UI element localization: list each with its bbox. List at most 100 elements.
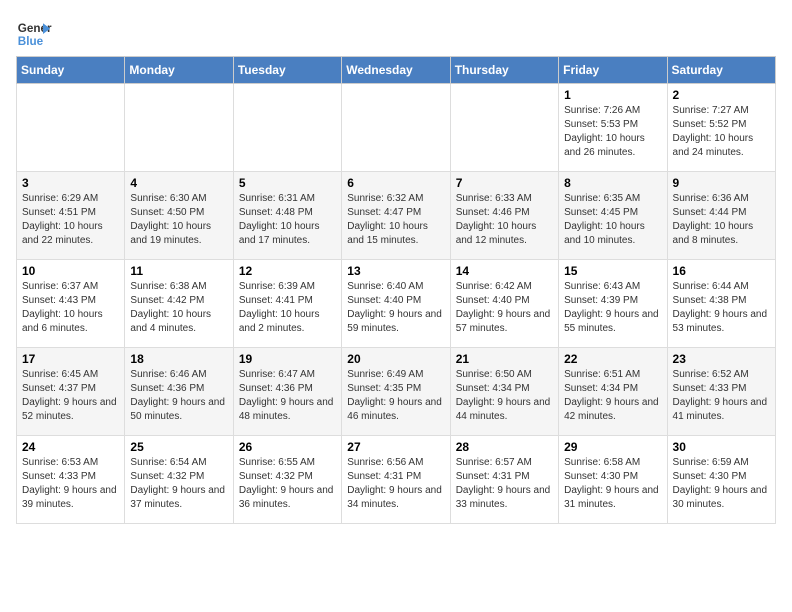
day-detail: Sunrise: 6:55 AMSunset: 4:32 PMDaylight:… — [239, 456, 336, 512]
week-row-1: 1 Sunrise: 7:26 AMSunset: 5:53 PMDaylight… — [17, 84, 776, 172]
day-cell: 19Sunrise: 6:47 AMSunset: 4:36 PMDayligh… — [233, 348, 341, 436]
week-row-4: 17Sunrise: 6:45 AMSunset: 4:37 PMDayligh… — [17, 348, 776, 436]
week-row-3: 10Sunrise: 6:37 AMSunset: 4:43 PMDayligh… — [17, 260, 776, 348]
day-detail: Sunrise: 6:57 AMSunset: 4:31 PMDaylight:… — [456, 456, 553, 512]
day-cell: 7 Sunrise: 6:33 AMSunset: 4:46 PMDaylight… — [450, 172, 558, 260]
day-cell: 14 Sunrise: 6:42 AMSunset: 4:40 PMDayligh… — [450, 260, 558, 348]
logo-icon: General Blue — [16, 16, 52, 52]
day-number: 4 — [130, 176, 227, 190]
day-detail: Sunrise: 6:37 AMSunset: 4:43 PMDaylight:… — [22, 280, 119, 336]
day-number: 22 — [564, 352, 661, 366]
logo: General Blue — [16, 16, 52, 52]
day-number: 24 — [22, 440, 119, 454]
header-day-thursday: Thursday — [450, 57, 558, 84]
day-detail: Sunrise: 6:30 AMSunset: 4:50 PMDaylight:… — [130, 192, 227, 248]
day-cell: 4 Sunrise: 6:30 AMSunset: 4:50 PMDaylight… — [125, 172, 233, 260]
day-detail: Sunrise: 6:33 AMSunset: 4:46 PMDaylight:… — [456, 192, 553, 248]
day-detail: Sunrise: 6:40 AMSunset: 4:40 PMDaylight:… — [347, 280, 444, 336]
day-detail: Sunrise: 7:27 AMSunset: 5:52 PMDaylight:… — [673, 104, 770, 160]
day-cell: 6 Sunrise: 6:32 AMSunset: 4:47 PMDaylight… — [342, 172, 450, 260]
day-detail: Sunrise: 6:31 AMSunset: 4:48 PMDaylight:… — [239, 192, 336, 248]
day-number: 12 — [239, 264, 336, 278]
day-cell: 11 Sunrise: 6:38 AMSunset: 4:42 PMDayligh… — [125, 260, 233, 348]
header-day-wednesday: Wednesday — [342, 57, 450, 84]
day-detail: Sunrise: 6:56 AMSunset: 4:31 PMDaylight:… — [347, 456, 444, 512]
day-detail: Sunrise: 6:58 AMSunset: 4:30 PMDaylight:… — [564, 456, 661, 512]
day-detail: Sunrise: 6:39 AMSunset: 4:41 PMDaylight:… — [239, 280, 336, 336]
day-detail: Sunrise: 6:49 AMSunset: 4:35 PMDaylight:… — [347, 368, 444, 424]
day-number: 11 — [130, 264, 227, 278]
day-number: 25 — [130, 440, 227, 454]
day-detail: Sunrise: 6:32 AMSunset: 4:47 PMDaylight:… — [347, 192, 444, 248]
header-day-friday: Friday — [559, 57, 667, 84]
day-cell: 1 Sunrise: 7:26 AMSunset: 5:53 PMDaylight… — [559, 84, 667, 172]
header-row: SundayMondayTuesdayWednesdayThursdayFrid… — [17, 57, 776, 84]
day-number: 29 — [564, 440, 661, 454]
day-detail: Sunrise: 6:43 AMSunset: 4:39 PMDaylight:… — [564, 280, 661, 336]
day-number: 26 — [239, 440, 336, 454]
day-detail: Sunrise: 6:38 AMSunset: 4:42 PMDaylight:… — [130, 280, 227, 336]
day-detail: Sunrise: 7:26 AMSunset: 5:53 PMDaylight:… — [564, 104, 661, 160]
day-cell: 9Sunrise: 6:36 AMSunset: 4:44 PMDaylight… — [667, 172, 775, 260]
calendar-table: SundayMondayTuesdayWednesdayThursdayFrid… — [16, 56, 776, 524]
calendar-body: 1 Sunrise: 7:26 AMSunset: 5:53 PMDaylight… — [17, 84, 776, 524]
day-number: 2 — [673, 88, 770, 102]
week-row-5: 24 Sunrise: 6:53 AMSunset: 4:33 PMDayligh… — [17, 436, 776, 524]
day-detail: Sunrise: 6:53 AMSunset: 4:33 PMDaylight:… — [22, 456, 119, 512]
day-number: 9 — [673, 176, 770, 190]
day-cell: 24 Sunrise: 6:53 AMSunset: 4:33 PMDayligh… — [17, 436, 125, 524]
header-day-monday: Monday — [125, 57, 233, 84]
day-detail: Sunrise: 6:29 AMSunset: 4:51 PMDaylight:… — [22, 192, 119, 248]
day-number: 17 — [22, 352, 119, 366]
day-cell — [450, 84, 558, 172]
header-day-saturday: Saturday — [667, 57, 775, 84]
day-cell: 2 Sunrise: 7:27 AMSunset: 5:52 PMDaylight… — [667, 84, 775, 172]
day-cell: 21 Sunrise: 6:50 AMSunset: 4:34 PMDayligh… — [450, 348, 558, 436]
day-cell: 30 Sunrise: 6:59 AMSunset: 4:30 PMDayligh… — [667, 436, 775, 524]
day-detail: Sunrise: 6:35 AMSunset: 4:45 PMDaylight:… — [564, 192, 661, 248]
day-number: 28 — [456, 440, 553, 454]
day-detail: Sunrise: 6:59 AMSunset: 4:30 PMDaylight:… — [673, 456, 770, 512]
day-detail: Sunrise: 6:51 AMSunset: 4:34 PMDaylight:… — [564, 368, 661, 424]
day-cell — [342, 84, 450, 172]
header-day-tuesday: Tuesday — [233, 57, 341, 84]
day-cell — [17, 84, 125, 172]
day-detail: Sunrise: 6:50 AMSunset: 4:34 PMDaylight:… — [456, 368, 553, 424]
day-number: 16 — [673, 264, 770, 278]
day-detail: Sunrise: 6:52 AMSunset: 4:33 PMDaylight:… — [673, 368, 770, 424]
day-number: 19 — [239, 352, 336, 366]
day-detail: Sunrise: 6:44 AMSunset: 4:38 PMDaylight:… — [673, 280, 770, 336]
day-cell — [233, 84, 341, 172]
svg-text:Blue: Blue — [18, 35, 44, 48]
day-cell: 3Sunrise: 6:29 AMSunset: 4:51 PMDaylight… — [17, 172, 125, 260]
header-day-sunday: Sunday — [17, 57, 125, 84]
day-cell: 10Sunrise: 6:37 AMSunset: 4:43 PMDayligh… — [17, 260, 125, 348]
day-cell: 12 Sunrise: 6:39 AMSunset: 4:41 PMDayligh… — [233, 260, 341, 348]
day-cell: 20 Sunrise: 6:49 AMSunset: 4:35 PMDayligh… — [342, 348, 450, 436]
day-detail: Sunrise: 6:54 AMSunset: 4:32 PMDaylight:… — [130, 456, 227, 512]
day-cell: 8Sunrise: 6:35 AMSunset: 4:45 PMDaylight… — [559, 172, 667, 260]
day-number: 7 — [456, 176, 553, 190]
day-number: 30 — [673, 440, 770, 454]
day-number: 1 — [564, 88, 661, 102]
day-detail: Sunrise: 6:42 AMSunset: 4:40 PMDaylight:… — [456, 280, 553, 336]
day-number: 15 — [564, 264, 661, 278]
day-cell: 22 Sunrise: 6:51 AMSunset: 4:34 PMDayligh… — [559, 348, 667, 436]
day-number: 6 — [347, 176, 444, 190]
day-cell: 18 Sunrise: 6:46 AMSunset: 4:36 PMDayligh… — [125, 348, 233, 436]
day-detail: Sunrise: 6:46 AMSunset: 4:36 PMDaylight:… — [130, 368, 227, 424]
day-cell: 17Sunrise: 6:45 AMSunset: 4:37 PMDayligh… — [17, 348, 125, 436]
day-cell: 27Sunrise: 6:56 AMSunset: 4:31 PMDayligh… — [342, 436, 450, 524]
day-number: 20 — [347, 352, 444, 366]
day-cell: 26 Sunrise: 6:55 AMSunset: 4:32 PMDayligh… — [233, 436, 341, 524]
day-cell: 13Sunrise: 6:40 AMSunset: 4:40 PMDayligh… — [342, 260, 450, 348]
day-cell: 29 Sunrise: 6:58 AMSunset: 4:30 PMDayligh… — [559, 436, 667, 524]
calendar-header: SundayMondayTuesdayWednesdayThursdayFrid… — [17, 57, 776, 84]
day-number: 21 — [456, 352, 553, 366]
day-cell: 28 Sunrise: 6:57 AMSunset: 4:31 PMDayligh… — [450, 436, 558, 524]
day-number: 14 — [456, 264, 553, 278]
day-cell — [125, 84, 233, 172]
day-number: 23 — [673, 352, 770, 366]
day-number: 18 — [130, 352, 227, 366]
day-cell: 15 Sunrise: 6:43 AMSunset: 4:39 PMDayligh… — [559, 260, 667, 348]
